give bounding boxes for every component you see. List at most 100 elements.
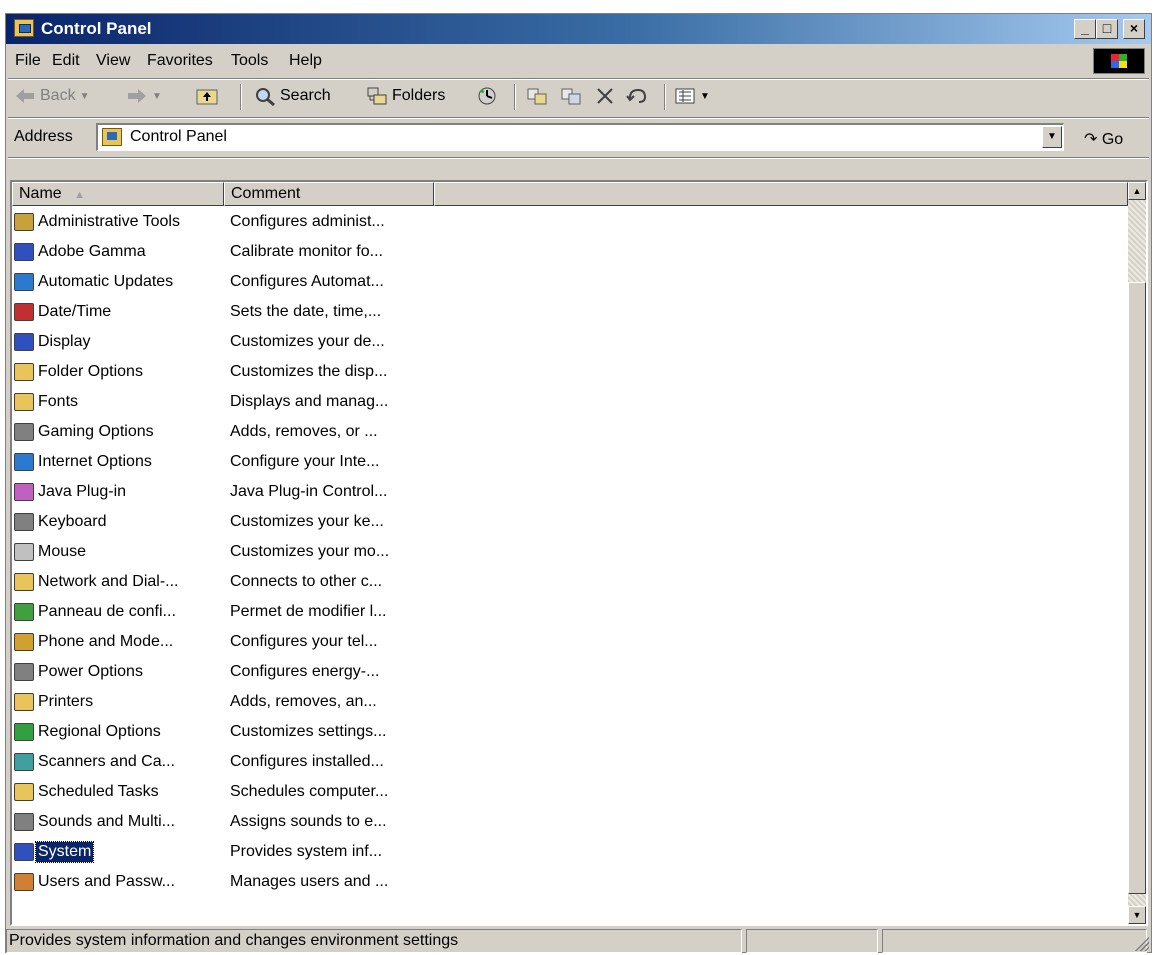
fonts-folder-icon xyxy=(14,393,34,411)
phone-icon xyxy=(14,633,34,651)
go-button[interactable]: ↷ Go xyxy=(1084,129,1123,149)
scroll-down-button[interactable]: ▼ xyxy=(1128,906,1146,924)
folders-button[interactable]: Folders xyxy=(366,86,445,106)
delete-button[interactable] xyxy=(594,86,616,106)
empty-column-header xyxy=(434,182,1128,206)
list-item[interactable]: Gaming Options Adds, removes, or ... xyxy=(12,418,1120,448)
menu-edit[interactable]: Edit xyxy=(52,52,80,70)
back-label: Back xyxy=(40,87,76,104)
users-icon xyxy=(14,873,34,891)
address-dropdown-button[interactable]: ▼ xyxy=(1042,126,1062,148)
title-bar[interactable]: Control Panel _ □ × xyxy=(6,14,1151,44)
address-input[interactable]: Control Panel ▼ xyxy=(96,123,1064,151)
maximize-button[interactable]: □ xyxy=(1096,19,1118,39)
toolbar-separator xyxy=(514,84,516,110)
forward-arrow-icon xyxy=(126,86,148,106)
item-name: Display xyxy=(38,333,91,350)
item-comment: Java Plug-in Control... xyxy=(230,483,388,500)
comment-header-label: Comment xyxy=(231,185,301,202)
list-item[interactable]: Java Plug-in Java Plug-in Control... xyxy=(12,478,1120,508)
network-icon xyxy=(14,573,34,591)
menu-view[interactable]: View xyxy=(96,52,130,70)
list-item[interactable]: Panneau de confi... Permet de modifier l.… xyxy=(12,598,1120,628)
menu-help[interactable]: Help xyxy=(289,52,322,70)
scroll-thumb[interactable] xyxy=(1128,282,1146,894)
keyboard-icon xyxy=(14,513,34,531)
item-comment: Configures administ... xyxy=(230,213,385,230)
list-item[interactable]: Phone and Mode... Configures your tel... xyxy=(12,628,1120,658)
history-button[interactable] xyxy=(476,86,498,106)
status-panel-2 xyxy=(746,929,878,953)
back-button[interactable]: Back ▼ xyxy=(14,86,89,106)
window-title: Control Panel xyxy=(41,19,152,38)
resize-grip-icon[interactable] xyxy=(1133,935,1149,951)
mouse-icon xyxy=(14,543,34,561)
vertical-scrollbar[interactable]: ▲ ▼ xyxy=(1128,182,1146,924)
calendar-clock-icon xyxy=(14,303,34,321)
list-item[interactable]: Users and Passw... Manages users and ... xyxy=(12,868,1120,898)
item-name: Folder Options xyxy=(38,363,143,380)
undo-button[interactable] xyxy=(626,86,648,106)
list-item[interactable]: Network and Dial-... Connects to other c.… xyxy=(12,568,1120,598)
list-item[interactable]: Internet Options Configure your Inte... xyxy=(12,448,1120,478)
name-column-header[interactable]: Name ▲ xyxy=(12,182,224,206)
list-item[interactable]: Automatic Updates Configures Automat... xyxy=(12,268,1120,298)
address-divider xyxy=(8,157,1149,159)
item-name: Scheduled Tasks xyxy=(38,783,159,800)
search-button[interactable]: Search xyxy=(254,86,331,107)
undo-icon xyxy=(626,86,648,106)
list-item[interactable]: Folder Options Customizes the disp... xyxy=(12,358,1120,388)
control-panel-icon xyxy=(102,128,122,146)
go-arrow-icon: ↷ xyxy=(1084,131,1098,148)
copy-to-button[interactable] xyxy=(560,86,582,106)
up-folder-button[interactable] xyxy=(196,86,218,106)
sort-ascending-icon: ▲ xyxy=(74,189,86,201)
list-item[interactable]: Printers Adds, removes, an... xyxy=(12,688,1120,718)
item-name: Sounds and Multi... xyxy=(38,813,175,830)
list-item[interactable]: Sounds and Multi... Assigns sounds to e..… xyxy=(12,808,1120,838)
control-panel-window: Control Panel _ □ × File Edit View Favor… xyxy=(5,13,1152,953)
item-comment: Manages users and ... xyxy=(230,873,389,890)
item-comment: Adds, removes, an... xyxy=(230,693,377,710)
list-item[interactable]: Mouse Customizes your mo... xyxy=(12,538,1120,568)
scroll-up-button[interactable]: ▲ xyxy=(1128,182,1146,200)
address-value: Control Panel xyxy=(130,128,227,145)
menu-favorites[interactable]: Favorites xyxy=(147,52,213,70)
item-comment: Permet de modifier l... xyxy=(230,603,387,620)
list-item[interactable]: Date/Time Sets the date, time,... xyxy=(12,298,1120,328)
close-button[interactable]: × xyxy=(1123,19,1145,39)
list-item[interactable]: Power Options Configures energy-... xyxy=(12,658,1120,688)
list-item[interactable]: Keyboard Customizes your ke... xyxy=(12,508,1120,538)
menu-tools[interactable]: Tools xyxy=(231,52,268,70)
views-button[interactable]: ▼ xyxy=(674,86,710,106)
item-comment: Schedules computer... xyxy=(230,783,389,800)
list-item[interactable]: System Provides system inf... xyxy=(12,838,1120,868)
menu-file[interactable]: File xyxy=(15,52,41,70)
chevron-down-icon: ▼ xyxy=(152,90,162,102)
move-to-button[interactable] xyxy=(526,86,548,106)
comment-column-header[interactable]: Comment xyxy=(224,182,434,206)
item-name: Gaming Options xyxy=(38,423,154,440)
toolbar-separator xyxy=(240,84,242,110)
list-item[interactable]: Fonts Displays and manag... xyxy=(12,388,1120,418)
forward-button[interactable]: ▼ xyxy=(126,86,162,106)
control-panel-icon xyxy=(14,603,34,621)
status-bar: Provides system information and changes … xyxy=(6,929,1151,953)
views-icon xyxy=(674,86,696,106)
address-bar: Address Control Panel ▼ ↷ Go xyxy=(6,119,1151,155)
list-item[interactable]: Scheduled Tasks Schedules computer... xyxy=(12,778,1120,808)
admin-tools-icon xyxy=(14,213,34,231)
item-comment: Customizes settings... xyxy=(230,723,387,740)
list-item[interactable]: Adobe Gamma Calibrate monitor fo... xyxy=(12,238,1120,268)
folder-icon xyxy=(14,363,34,381)
list-item[interactable]: Display Customizes your de... xyxy=(12,328,1120,358)
item-comment: Displays and manag... xyxy=(230,393,389,410)
item-comment: Provides system inf... xyxy=(230,843,383,860)
list-item[interactable]: Scanners and Ca... Configures installed..… xyxy=(12,748,1120,778)
minimize-button[interactable]: _ xyxy=(1074,19,1096,39)
item-name: Fonts xyxy=(38,393,79,410)
list-item[interactable]: Administrative Tools Configures administ.… xyxy=(12,208,1120,238)
joystick-icon xyxy=(14,423,34,441)
internet-globe-icon xyxy=(14,453,34,471)
list-item[interactable]: Regional Options Customizes settings... xyxy=(12,718,1120,748)
